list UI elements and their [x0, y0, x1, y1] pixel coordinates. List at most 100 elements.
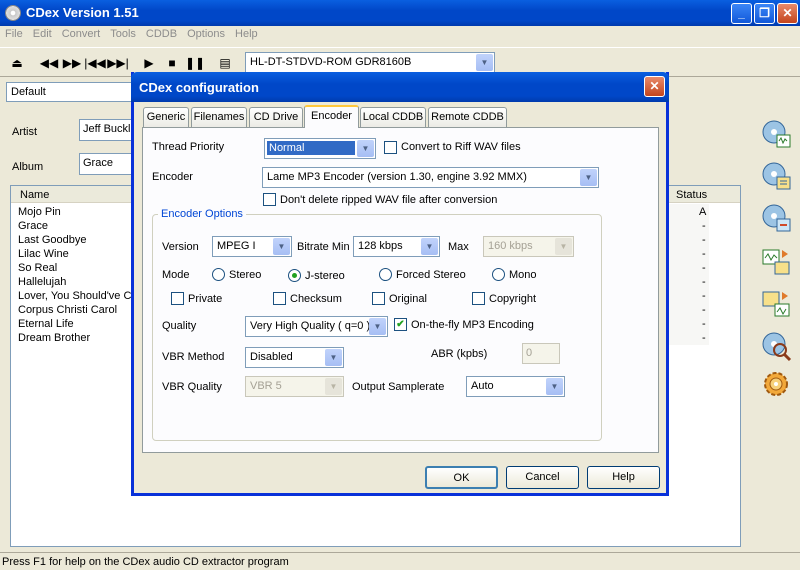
mode-stereo-radio[interactable]: [212, 268, 225, 281]
play-icon[interactable]: ▶: [138, 52, 160, 74]
track-name[interactable]: Lover, You Should've C: [18, 290, 133, 302]
next-track-icon[interactable]: ▶▶|: [107, 52, 129, 74]
track-name[interactable]: Corpus Christi Carol: [18, 304, 117, 316]
mode-mono-radio[interactable]: [492, 268, 505, 281]
cancel-button[interactable]: Cancel: [506, 466, 579, 489]
menu-options[interactable]: Options: [182, 26, 230, 40]
track-status: -: [702, 234, 706, 246]
tab-encoder[interactable]: Encoder: [304, 105, 359, 128]
track-status: -: [702, 304, 706, 316]
extract-mp3-icon[interactable]: [760, 160, 792, 192]
profile-select[interactable]: Default: [6, 82, 136, 102]
original-checkbox[interactable]: [372, 292, 385, 305]
eject-icon[interactable]: ⏏: [6, 52, 28, 74]
extract-partial-icon[interactable]: [760, 202, 792, 234]
track-name[interactable]: Dream Brother: [18, 332, 90, 344]
chevron-down-icon: ▼: [357, 140, 374, 157]
cddb-query-icon[interactable]: ▤: [214, 52, 236, 74]
column-status-header[interactable]: Status: [676, 189, 707, 201]
chevron-down-icon: ▼: [273, 238, 290, 255]
encoder-label: Encoder: [152, 171, 193, 183]
track-name[interactable]: Eternal Life: [18, 318, 74, 330]
private-checkbox[interactable]: [171, 292, 184, 305]
maximize-button[interactable]: ❐: [754, 3, 775, 24]
mode-jstereo-label: J-stereo: [305, 270, 345, 282]
mode-forced-stereo-radio[interactable]: [379, 268, 392, 281]
help-button[interactable]: Help: [587, 466, 660, 489]
menu-edit[interactable]: Edit: [28, 26, 57, 40]
track-status: -: [702, 290, 706, 302]
max-bitrate-select[interactable]: 160 kbps ▼: [483, 236, 574, 257]
gear-icon[interactable]: [760, 368, 792, 400]
menu-tools[interactable]: Tools: [105, 26, 141, 40]
tab-filenames[interactable]: Filenames: [191, 107, 247, 127]
track-name[interactable]: Hallelujah: [18, 276, 66, 288]
mode-jstereo-radio[interactable]: [288, 269, 301, 282]
artist-field[interactable]: Jeff Buckl: [79, 119, 139, 141]
chevron-down-icon: ▼: [421, 238, 438, 255]
rewind-icon[interactable]: ◀◀: [38, 52, 60, 74]
tab-cd-drive[interactable]: CD Drive: [249, 107, 303, 127]
chevron-down-icon: ▼: [325, 349, 342, 366]
track-name[interactable]: So Real: [18, 262, 57, 274]
column-name-header[interactable]: Name: [20, 189, 49, 201]
convert-wav-mp3-icon[interactable]: [760, 246, 792, 278]
track-name[interactable]: Lilac Wine: [18, 248, 69, 260]
tab-remote-cddb[interactable]: Remote CDDB: [428, 107, 507, 127]
copyright-label: Copyright: [489, 293, 537, 305]
track-name[interactable]: Mojo Pin: [18, 206, 61, 218]
stop-icon[interactable]: ■: [161, 52, 183, 74]
cd-info-icon[interactable]: [760, 330, 792, 362]
copyright-checkbox[interactable]: [472, 292, 485, 305]
track-status: -: [702, 276, 706, 288]
dialog-titlebar[interactable]: CDex configuration ✕: [131, 72, 669, 102]
track-name[interactable]: Grace: [18, 220, 48, 232]
track-status: A: [699, 206, 707, 218]
convert-riff-checkbox[interactable]: [384, 141, 397, 154]
bitrate-min-select[interactable]: 128 kbps ▼: [353, 236, 440, 257]
ok-button[interactable]: OK: [425, 466, 498, 489]
output-samplerate-label: Output Samplerate: [352, 381, 445, 393]
fast-forward-icon[interactable]: ▶▶: [61, 52, 83, 74]
menu-cddb[interactable]: CDDB: [141, 26, 182, 40]
menu-convert[interactable]: Convert: [57, 26, 106, 40]
menu-help[interactable]: Help: [230, 26, 263, 40]
original-label: Original: [389, 293, 427, 305]
abr-field[interactable]: 0: [522, 343, 560, 364]
tab-generic[interactable]: Generic: [143, 107, 189, 127]
close-button[interactable]: ✕: [777, 3, 798, 24]
vbr-method-select[interactable]: Disabled ▼: [245, 347, 344, 368]
menu-bar: File Edit Convert Tools CDDB Options Help: [0, 26, 800, 44]
album-field[interactable]: Grace: [79, 153, 139, 175]
previous-track-icon[interactable]: |◀◀: [84, 52, 106, 74]
dont-delete-wav-checkbox[interactable]: [263, 193, 276, 206]
dialog-close-button[interactable]: ✕: [644, 76, 665, 97]
pause-icon[interactable]: ❚❚: [184, 52, 206, 74]
track-status: -: [702, 262, 706, 274]
max-label: Max: [448, 241, 469, 253]
quality-select[interactable]: Very High Quality ( q=0 ) ▼: [245, 316, 388, 337]
onthefly-checkbox[interactable]: ✔: [394, 318, 407, 331]
minimize-button[interactable]: _: [731, 3, 752, 24]
encoder-options-title: Encoder Options: [158, 208, 246, 220]
version-select[interactable]: MPEG I ▼: [212, 236, 292, 257]
vbr-quality-select[interactable]: VBR 5 ▼: [245, 376, 344, 397]
extract-wav-icon[interactable]: [760, 118, 792, 150]
vbr-method-label: VBR Method: [162, 351, 225, 363]
main-titlebar[interactable]: CDex Version 1.51 _ ❐ ✕: [0, 0, 800, 26]
abr-label: ABR (kpbs): [431, 348, 488, 360]
track-name[interactable]: Last Goodbye: [18, 234, 87, 246]
chevron-down-icon: ▼: [369, 318, 386, 335]
drive-select[interactable]: HL-DT-STDVD-ROM GDR8160B ▼: [245, 52, 495, 73]
app-icon: [5, 5, 21, 21]
convert-riff-label: Convert to Riff WAV files: [401, 141, 521, 153]
vbr-quality-label: VBR Quality: [162, 381, 222, 393]
menu-file[interactable]: File: [0, 26, 28, 40]
output-samplerate-select[interactable]: Auto ▼: [466, 376, 565, 397]
checksum-checkbox[interactable]: [273, 292, 286, 305]
tab-local-cddb[interactable]: Local CDDB: [360, 107, 426, 127]
thread-priority-select[interactable]: Normal ▼: [264, 138, 376, 159]
convert-mp3-wav-icon[interactable]: [760, 288, 792, 320]
chevron-down-icon: ▼: [476, 54, 493, 71]
encoder-select[interactable]: Lame MP3 Encoder (version 1.30, engine 3…: [262, 167, 599, 188]
